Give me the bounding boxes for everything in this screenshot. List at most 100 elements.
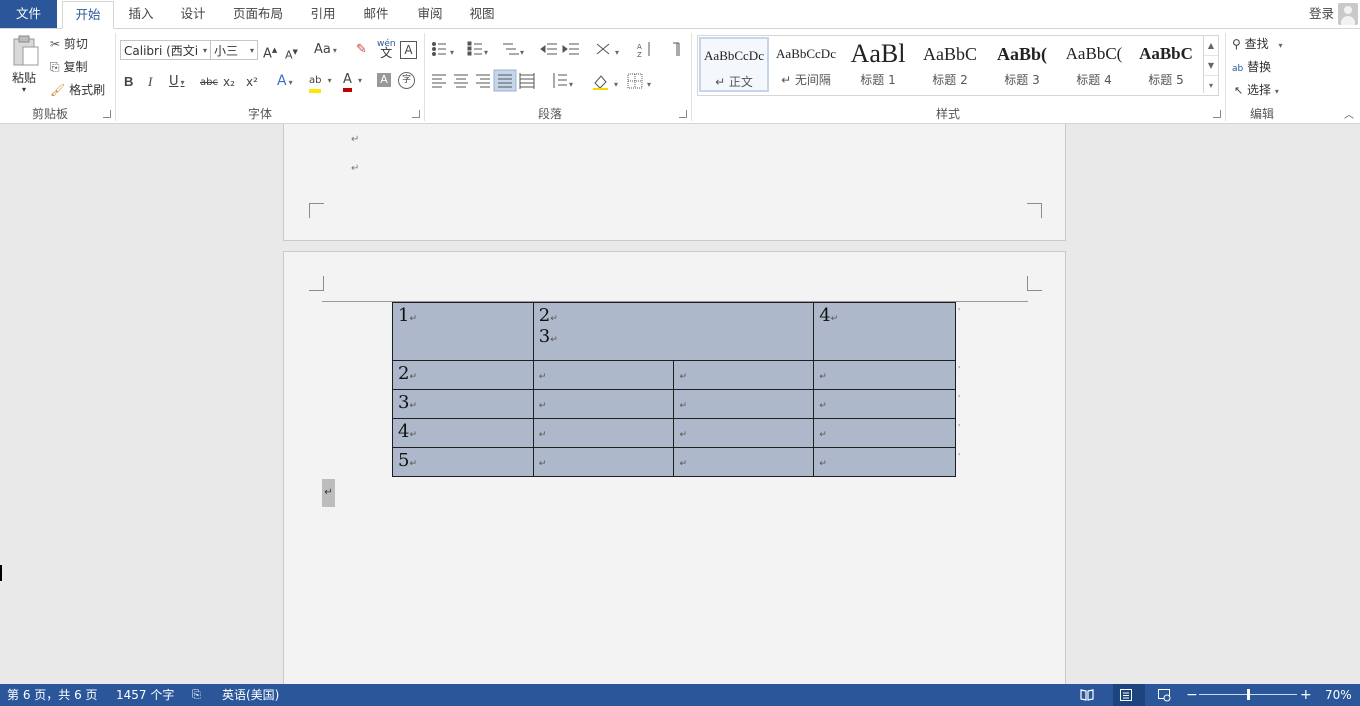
underline-button[interactable]: U <box>169 74 185 91</box>
enclose-char-button[interactable]: 字 <box>398 72 415 89</box>
language-indicator[interactable]: 英语(美国) <box>222 684 279 706</box>
zoom-level[interactable]: 70% <box>1325 684 1352 706</box>
style-name: 标题 3 <box>1004 73 1040 87</box>
font-name-select[interactable]: Calibri (西文i ▾ <box>120 40 211 60</box>
table-cell[interactable]: ↵ <box>673 389 815 419</box>
word-count[interactable]: 1457 个字 <box>116 684 174 706</box>
document-area[interactable]: ↵ ↵ 1↵ 2↵ 3↵ 4↵ 2↵ ↵ ↵ ↵ 3↵ ↵ ↵ ↵ 4↵ ↵ ↵… <box>0 124 1360 684</box>
char-border-button[interactable]: A <box>400 41 417 59</box>
style-sample: AaBbC <box>1139 44 1193 63</box>
crop-mark-icon <box>1027 203 1042 218</box>
style-heading-5[interactable]: AaBbC 标题 5 <box>1131 37 1201 92</box>
grow-font-button[interactable]: A▲ <box>263 42 277 62</box>
zoom-out-button[interactable]: − <box>1186 684 1198 706</box>
paste-label: 粘贴 <box>12 71 37 85</box>
strikethrough-button[interactable]: abc <box>200 75 218 91</box>
char-shading-button[interactable]: A <box>377 73 391 87</box>
find-button[interactable]: ⚲ 查找 ▾ <box>1232 35 1282 52</box>
table-cell[interactable]: ↵ <box>532 447 675 477</box>
find-label: 查找 <box>1244 37 1269 51</box>
styles-scroll: ▲ ▼ ▾ <box>1203 36 1218 93</box>
more-styles-icon[interactable]: ▾ <box>1204 76 1218 95</box>
text-effects-button[interactable]: A <box>277 73 293 91</box>
zoom-in-button[interactable]: + <box>1300 684 1312 706</box>
tab-home[interactable]: 开始 <box>62 1 114 29</box>
table-cell[interactable]: ↵ <box>532 418 675 448</box>
tab-file[interactable]: 文件 <box>0 0 57 28</box>
distributed-icon <box>519 73 535 89</box>
replace-button[interactable]: ab 替换 <box>1232 58 1271 75</box>
font-size-select[interactable]: 小三 ▾ <box>210 40 258 60</box>
web-layout-icon[interactable] <box>1157 688 1171 702</box>
tab-design[interactable]: 设计 <box>173 0 213 28</box>
clear-format-button[interactable]: ✎ <box>356 42 367 58</box>
shrink-font-button[interactable]: A▼ <box>285 44 298 64</box>
paragraph-launcher-icon[interactable] <box>679 110 687 118</box>
copy-button[interactable]: ⎘ 复制 <box>50 58 87 75</box>
format-painter-button[interactable]: 🖌 格式刷 <box>50 81 105 98</box>
table-cell[interactable]: 3↵ <box>392 389 534 419</box>
select-label: 选择 <box>1247 83 1272 97</box>
italic-button[interactable]: I <box>148 74 152 90</box>
table-cell[interactable]: ↵ <box>532 389 675 419</box>
bullets-icon <box>432 42 446 56</box>
table-cell[interactable]: 5↵ <box>392 447 534 477</box>
page-previous[interactable]: ↵ ↵ <box>283 124 1066 241</box>
tab-view[interactable]: 视图 <box>462 0 502 28</box>
table-cell[interactable]: 2↵ <box>392 360 534 390</box>
print-layout-icon[interactable] <box>1119 688 1133 702</box>
superscript-button[interactable]: x² <box>246 74 258 90</box>
table-cell[interactable]: ↵ <box>813 389 956 419</box>
clipboard-launcher-icon[interactable] <box>103 110 111 118</box>
proofing-icon[interactable]: ⎘ <box>192 684 201 706</box>
style-no-spacing[interactable]: AaBbCcDc ↵ 无间隔 <box>771 37 841 92</box>
style-heading-3[interactable]: AaBb( 标题 3 <box>987 37 1057 92</box>
table-cell[interactable]: 4↵ <box>392 418 534 448</box>
document-table[interactable]: 1↵ 2↵ 3↵ 4↵ 2↵ ↵ ↵ ↵ 3↵ ↵ ↵ ↵ 4↵ ↵ ↵ ↵ 5↵… <box>392 302 956 477</box>
selected-paragraph-mark[interactable]: ↵ <box>322 479 335 507</box>
collapse-ribbon-icon[interactable]: ︿ <box>1344 106 1354 121</box>
table-cell[interactable]: 1↵ <box>392 302 534 361</box>
table-cell[interactable]: ↵ <box>813 447 956 477</box>
table-cell[interactable]: ↵ <box>673 418 815 448</box>
style-heading-4[interactable]: AaBbC( 标题 4 <box>1059 37 1129 92</box>
style-heading-2[interactable]: AaBbC 标题 2 <box>915 37 985 92</box>
phonetic-guide-button[interactable]: wén 文 <box>377 40 396 60</box>
tab-mailings[interactable]: 邮件 <box>356 0 396 28</box>
tab-layout[interactable]: 页面布局 <box>226 0 290 28</box>
table-cell[interactable]: 2↵ 3↵ <box>532 302 815 361</box>
login-link[interactable]: 登录 <box>1309 0 1334 28</box>
chevron-down-icon: ▾ <box>249 46 254 55</box>
chevron-up-icon[interactable]: ▲ <box>1204 36 1218 56</box>
highlight-button[interactable]: ab <box>309 72 332 93</box>
chevron-down-icon[interactable]: ▼ <box>1204 56 1218 76</box>
table-cell[interactable]: 4↵ <box>813 302 956 361</box>
style-heading-1[interactable]: AaBl 标题 1 <box>843 37 913 92</box>
styles-group-label: 样式 <box>935 107 960 121</box>
style-name: ↵ 正文 <box>715 75 753 89</box>
table-cell[interactable]: ↵ <box>532 360 675 390</box>
row-end-mark: ' <box>958 423 961 432</box>
page-count[interactable]: 第 6 页，共 6 页 <box>7 684 98 706</box>
select-button[interactable]: ↖ 选择 ▾ <box>1234 81 1279 98</box>
table-cell[interactable]: ↵ <box>673 360 815 390</box>
user-avatar-icon[interactable] <box>1338 3 1358 25</box>
font-launcher-icon[interactable] <box>412 110 420 118</box>
font-color-button[interactable]: A <box>343 72 362 92</box>
tab-insert[interactable]: 插入 <box>121 0 161 28</box>
tab-review[interactable]: 审阅 <box>410 0 450 28</box>
bold-button[interactable]: B <box>124 74 133 90</box>
styles-launcher-icon[interactable] <box>1213 110 1221 118</box>
table-cell[interactable]: ↵ <box>813 418 956 448</box>
table-cell[interactable]: ↵ <box>673 447 815 477</box>
style-normal[interactable]: AaBbCcDc ↵ 正文 <box>699 37 769 92</box>
table-cell[interactable]: ↵ <box>813 360 956 390</box>
divider <box>691 33 692 121</box>
read-mode-icon[interactable] <box>1080 688 1094 702</box>
zoom-slider-thumb[interactable] <box>1247 689 1250 700</box>
subscript-button[interactable]: x₂ <box>223 74 235 90</box>
change-case-button[interactable]: Aa <box>314 42 337 59</box>
tab-references[interactable]: 引用 <box>303 0 343 28</box>
cut-button[interactable]: ✂ 剪切 <box>50 35 88 52</box>
paste-button[interactable]: 粘贴 ▾ <box>8 33 42 95</box>
